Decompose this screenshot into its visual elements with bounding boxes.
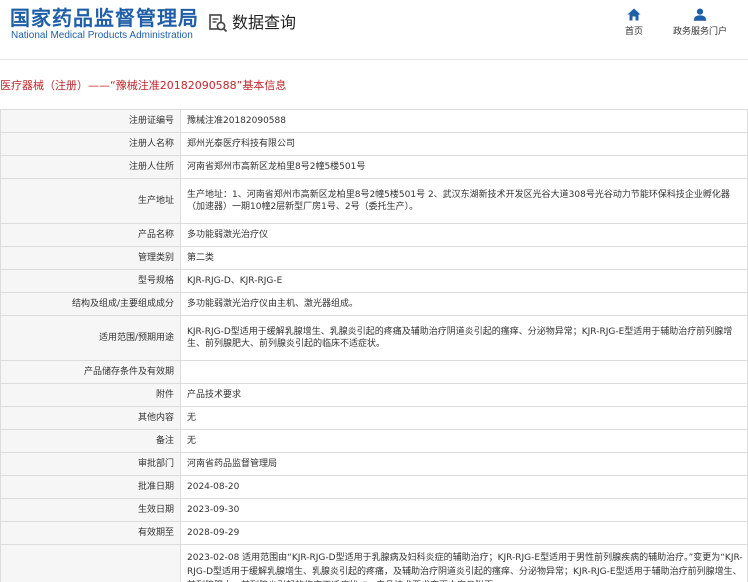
table-row: 有效期至 2028-09-29	[0, 521, 748, 545]
search-document-icon	[209, 14, 228, 33]
row-value: 河南省郑州市高新区龙柏里8号2幢5楼501号	[180, 155, 748, 179]
table-row: 注册人名称 郑州光泰医疗科技有限公司	[0, 132, 748, 156]
row-label: 产品名称	[0, 223, 181, 247]
row-label: 结构及组成/主要组成成分	[0, 292, 181, 316]
row-label: 附件	[0, 383, 181, 407]
row-value	[180, 360, 748, 384]
table-row: 附件 产品技术要求	[0, 383, 748, 407]
page-heading: 数据查询	[208, 13, 296, 33]
row-value: 生产地址：1、河南省郑州市高新区龙柏里8号2幢5楼501号 2、武汉东湖新技术开…	[180, 178, 748, 224]
table-row: 生产地址 生产地址：1、河南省郑州市高新区龙柏里8号2幢5楼501号 2、武汉东…	[0, 178, 748, 224]
site-logo-cn[interactable]: 国家药品监督管理局	[10, 6, 199, 30]
row-label: 审批部门	[0, 452, 181, 476]
row-label: 注册人名称	[0, 132, 181, 156]
table-row: 注册证编号 豫械注准20182090588	[0, 109, 748, 133]
table-row: 审批部门 河南省药品监督管理局	[0, 452, 748, 476]
nav-gov-service-label: 政务服务门户	[672, 27, 727, 37]
table-row: 其他内容 无	[0, 406, 748, 430]
site-header: 国家药品监督管理局 National Medical Products Admi…	[0, 0, 748, 60]
home-icon	[627, 8, 641, 21]
page-heading-text: 数据查询	[232, 13, 297, 32]
row-label: 注册证编号	[0, 109, 181, 133]
row-value: 2023-09-30	[180, 498, 748, 522]
table-row: 生效日期 2023-09-30	[0, 498, 748, 522]
row-label	[0, 544, 181, 582]
row-label: 产品储存条件及有效期	[0, 360, 181, 384]
table-row: 管理类别 第二类	[0, 246, 748, 270]
table-row: 型号规格 KJR-RJG-D、KJR-RJG-E	[0, 269, 748, 293]
table-row: 结构及组成/主要组成成分 多功能弱激光治疗仪由主机、激光器组成。	[0, 292, 748, 316]
row-label: 生效日期	[0, 498, 181, 522]
row-value: 豫械注准20182090588	[180, 109, 748, 133]
row-value: 无	[180, 429, 748, 453]
row-label: 注册人住所	[0, 155, 181, 179]
device-detail-table: 注册证编号 豫械注准20182090588 注册人名称 郑州光泰医疗科技有限公司…	[0, 109, 748, 582]
row-value: KJR-RJG-D型适用于缓解乳腺增生、乳腺炎引起的疼痛及辅助治疗阴道炎引起的瘙…	[180, 315, 748, 361]
row-label: 其他内容	[0, 406, 181, 430]
row-label: 型号规格	[0, 269, 181, 293]
table-row: 产品储存条件及有效期	[0, 360, 748, 384]
table-row: 2023-02-08 适用范围由“KJR-RJG-D型适用于乳腺病及妇科炎症的辅…	[0, 544, 748, 582]
table-row: 批准日期 2024-08-20	[0, 475, 748, 499]
row-value: 产品技术要求	[180, 383, 748, 407]
row-label: 备注	[0, 429, 181, 453]
row-value: KJR-RJG-D、KJR-RJG-E	[180, 269, 748, 293]
nav-gov-service-portal[interactable]: 政务服务门户	[668, 8, 732, 37]
row-value: 2024-08-20	[180, 475, 748, 499]
change-history-value: 2023-02-08 适用范围由“KJR-RJG-D型适用于乳腺病及妇科炎症的辅…	[180, 544, 748, 582]
user-icon	[693, 8, 707, 21]
row-value: 无	[180, 406, 748, 430]
nav-home[interactable]: 首页	[602, 8, 666, 37]
site-logo-en[interactable]: National Medical Products Administration	[11, 30, 193, 41]
table-row: 产品名称 多功能弱激光治疗仪	[0, 223, 748, 247]
row-label: 生产地址	[0, 178, 181, 224]
row-label: 适用范围/预期用途	[0, 315, 181, 361]
row-label: 管理类别	[0, 246, 181, 270]
nav-home-label: 首页	[624, 27, 643, 37]
row-value: 郑州光泰医疗科技有限公司	[180, 132, 748, 156]
section-title: 医疗器械（注册）——“豫械注准20182090588”基本信息	[0, 79, 287, 92]
row-value: 河南省药品监督管理局	[180, 452, 748, 476]
row-value: 多功能弱激光治疗仪	[180, 223, 748, 247]
row-value: 多功能弱激光治疗仪由主机、激光器组成。	[180, 292, 748, 316]
row-value: 第二类	[180, 246, 748, 270]
row-label: 批准日期	[0, 475, 181, 499]
table-row: 适用范围/预期用途 KJR-RJG-D型适用于缓解乳腺增生、乳腺炎引起的疼痛及辅…	[0, 315, 748, 361]
table-row: 注册人住所 河南省郑州市高新区龙柏里8号2幢5楼501号	[0, 155, 748, 179]
row-label: 有效期至	[0, 521, 181, 545]
table-row: 备注 无	[0, 429, 748, 453]
row-value: 2028-09-29	[180, 521, 748, 545]
